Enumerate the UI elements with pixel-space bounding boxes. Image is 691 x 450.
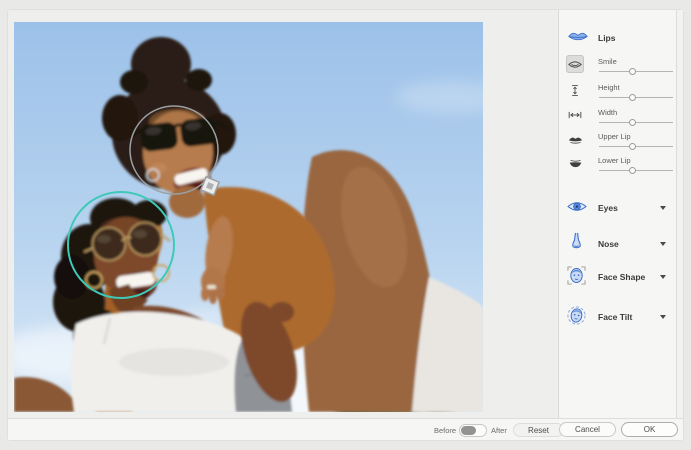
section-face-tilt[interactable]: Face Tilt bbox=[559, 305, 677, 331]
face-shape-icon bbox=[567, 266, 586, 285]
smile-slider[interactable] bbox=[599, 67, 673, 77]
lower-lip-option[interactable] bbox=[566, 154, 584, 172]
width-label: Width bbox=[598, 108, 617, 117]
lip-height-icon bbox=[570, 84, 580, 97]
section-face-shape-label: Face Shape bbox=[598, 272, 645, 282]
height-label: Height bbox=[598, 83, 620, 92]
after-label: After bbox=[491, 426, 507, 435]
lower-lip-label: Lower Lip bbox=[598, 156, 631, 165]
face-tilt-icon bbox=[567, 306, 586, 325]
section-face-tilt-label: Face Tilt bbox=[598, 312, 632, 322]
canvas-area bbox=[8, 10, 557, 418]
height-slider[interactable] bbox=[599, 93, 673, 103]
upper-lip-label: Upper Lip bbox=[598, 132, 631, 141]
height-option[interactable] bbox=[566, 81, 584, 99]
smart-portrait-dialog: Lips Smile bbox=[8, 10, 683, 440]
section-eyes-label: Eyes bbox=[598, 203, 618, 213]
smile-label: Smile bbox=[598, 57, 617, 66]
lip-width-icon bbox=[568, 110, 582, 120]
lips-icon bbox=[567, 30, 589, 44]
smile-option[interactable] bbox=[566, 55, 584, 73]
toggle-knob[interactable] bbox=[461, 426, 476, 435]
width-option[interactable] bbox=[566, 106, 584, 124]
smile-lips-icon bbox=[568, 60, 582, 69]
before-label: Before bbox=[434, 426, 456, 435]
adjustments-panel: Lips Smile bbox=[558, 10, 676, 418]
upper-lip-slider[interactable] bbox=[599, 142, 673, 152]
photo[interactable] bbox=[14, 22, 483, 412]
reset-button[interactable]: Reset bbox=[513, 423, 564, 437]
section-nose[interactable]: Nose bbox=[559, 232, 677, 258]
section-nose-label: Nose bbox=[598, 239, 619, 249]
chevron-down-icon[interactable] bbox=[660, 315, 666, 319]
lower-lip-slider[interactable] bbox=[599, 166, 673, 176]
ok-button[interactable]: OK bbox=[621, 422, 678, 437]
chevron-down-icon[interactable] bbox=[660, 206, 666, 210]
chevron-down-icon[interactable] bbox=[660, 275, 666, 279]
footer-bar: Before After Reset Cancel OK bbox=[8, 418, 683, 440]
eye-icon bbox=[567, 200, 587, 213]
upper-lip-icon bbox=[568, 135, 583, 144]
lower-lip-icon bbox=[568, 159, 583, 168]
section-eyes[interactable]: Eyes bbox=[559, 196, 677, 222]
section-lips-label: Lips bbox=[598, 33, 615, 43]
nose-icon bbox=[570, 231, 583, 250]
section-face-shape[interactable]: Face Shape bbox=[559, 265, 677, 291]
before-after-toggle[interactable] bbox=[459, 424, 487, 437]
cancel-button[interactable]: Cancel bbox=[559, 422, 616, 437]
width-slider[interactable] bbox=[599, 118, 673, 128]
photo-canvas[interactable] bbox=[14, 22, 483, 412]
hand-on-shoulder bbox=[201, 267, 225, 304]
section-lips[interactable]: Lips bbox=[559, 30, 677, 48]
upper-lip-option[interactable] bbox=[566, 130, 584, 148]
panel-scrollbar[interactable] bbox=[676, 10, 683, 418]
chevron-down-icon[interactable] bbox=[660, 242, 666, 246]
